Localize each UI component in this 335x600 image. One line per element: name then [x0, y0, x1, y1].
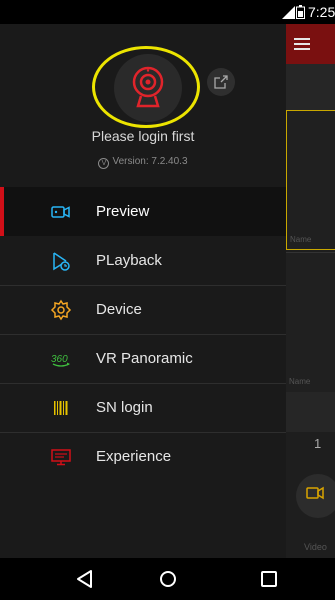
background-subbar: [286, 64, 335, 110]
share-icon: [214, 75, 228, 89]
battery-icon: [296, 5, 305, 19]
menu-item-device[interactable]: Device: [0, 285, 286, 334]
login-prompt[interactable]: Please login first: [0, 128, 286, 144]
menu-item-sn-login[interactable]: SN login: [0, 383, 286, 432]
camera-icon: [306, 486, 324, 500]
background-app-bar: [286, 24, 335, 64]
back-icon[interactable]: [74, 568, 96, 590]
share-button[interactable]: [207, 68, 235, 96]
recents-icon[interactable]: [258, 568, 280, 590]
clock: 7:25: [308, 4, 335, 20]
version-info: V Version: 7.2.40.3: [0, 156, 286, 169]
home-icon[interactable]: [157, 568, 179, 590]
video-cell-name: Name: [289, 377, 311, 386]
system-nav-bar: [0, 558, 335, 600]
barcode-icon: [54, 401, 68, 415]
gear-icon: [50, 299, 72, 321]
menu-item-vr-panoramic[interactable]: 360 VR Panoramic: [0, 334, 286, 383]
menu-item-experience[interactable]: Experience: [0, 432, 286, 481]
channel-number: 1: [314, 436, 322, 451]
status-bar: 7:25: [0, 0, 335, 24]
playback-icon: [53, 252, 70, 271]
video-cell[interactable]: Name: [286, 252, 335, 392]
monitor-icon: [51, 449, 71, 466]
menu-item-label: VR Panoramic: [96, 350, 193, 367]
menu-item-label: Preview: [96, 203, 150, 220]
version-icon: V: [98, 158, 110, 169]
menu-item-playback[interactable]: PLayback: [0, 236, 286, 285]
video-cell-name: Name: [290, 235, 312, 244]
signal-icon: [282, 6, 295, 19]
avatar-highlight-ring: [92, 46, 200, 128]
menu-item-label: Experience: [96, 448, 172, 465]
hamburger-menu-icon[interactable]: [294, 38, 310, 50]
background-toolbar: [286, 392, 335, 432]
menu-item-preview[interactable]: Preview: [0, 187, 286, 236]
menu-item-label: PLayback: [96, 252, 162, 269]
background-app: Name Name 1 Video: [286, 24, 335, 558]
video-button[interactable]: [296, 474, 335, 518]
navigation-drawer: Please login first V Version: 7.2.40.3 Pr…: [0, 24, 286, 558]
menu-item-label: Device: [96, 301, 142, 318]
drawer-menu: Preview PLayback Device 360 VR Panoramic…: [0, 187, 286, 481]
video-cell[interactable]: Name: [286, 110, 335, 250]
svg-text:360: 360: [51, 354, 68, 365]
camera-icon: [51, 206, 70, 218]
video-label: Video: [304, 542, 327, 552]
version-text: Version: 7.2.40.3: [112, 156, 188, 167]
panorama-360-icon: 360: [51, 354, 70, 367]
menu-item-label: SN login: [96, 399, 153, 416]
